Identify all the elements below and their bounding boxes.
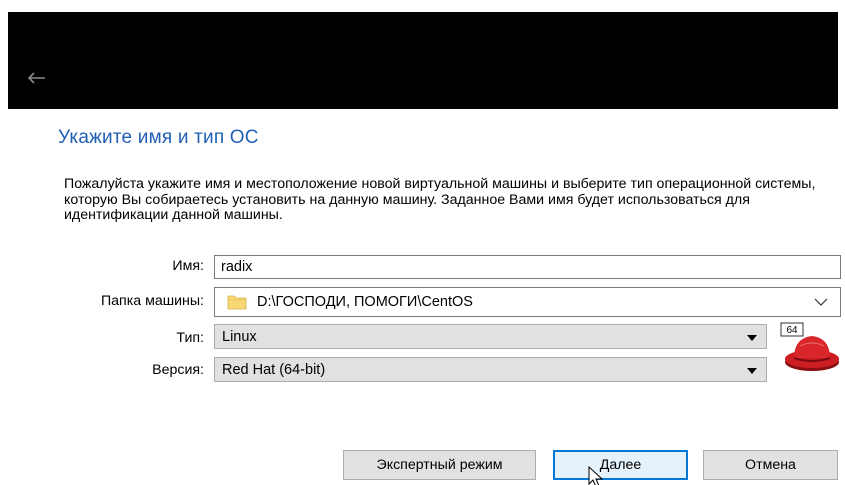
machine-folder-label: Папка машины:	[100, 293, 204, 309]
os-type-select[interactable]: Linux	[214, 324, 767, 349]
chevron-down-icon[interactable]	[814, 298, 828, 307]
os-type-value: Linux	[222, 328, 257, 345]
version-label: Версия:	[152, 362, 204, 378]
next-label-rest: алее	[609, 457, 642, 473]
os-version-value: Red Hat (64-bit)	[222, 361, 326, 378]
instructions-text: Пожалуйста укажите имя и местоположение …	[64, 176, 816, 223]
expert-mode-button[interactable]: Экспертный режим	[343, 450, 536, 480]
back-arrow-icon[interactable]	[26, 70, 46, 86]
name-label: Имя:	[172, 258, 204, 274]
page-title: Укажите имя и тип ОС	[58, 127, 259, 148]
cancel-button[interactable]: Отмена	[703, 450, 838, 480]
machine-folder-combobox[interactable]: D:\ГОСПОДИ, ПОМОГИ\CentOS	[214, 287, 841, 317]
name-input[interactable]	[214, 255, 841, 279]
window-titlebar	[8, 12, 838, 109]
os-bitness-badge: 64	[786, 325, 798, 336]
dropdown-arrow-icon[interactable]	[747, 368, 757, 374]
type-label: Тип:	[176, 330, 204, 346]
redhat-64-icon: 64	[780, 322, 839, 371]
dropdown-arrow-icon[interactable]	[747, 335, 757, 341]
folder-icon	[227, 295, 247, 310]
next-button[interactable]: Далее	[553, 450, 688, 480]
machine-folder-value: D:\ГОСПОДИ, ПОМОГИ\CentOS	[257, 294, 473, 310]
mouse-cursor-icon	[588, 466, 604, 485]
os-version-select[interactable]: Red Hat (64-bit)	[214, 357, 767, 382]
